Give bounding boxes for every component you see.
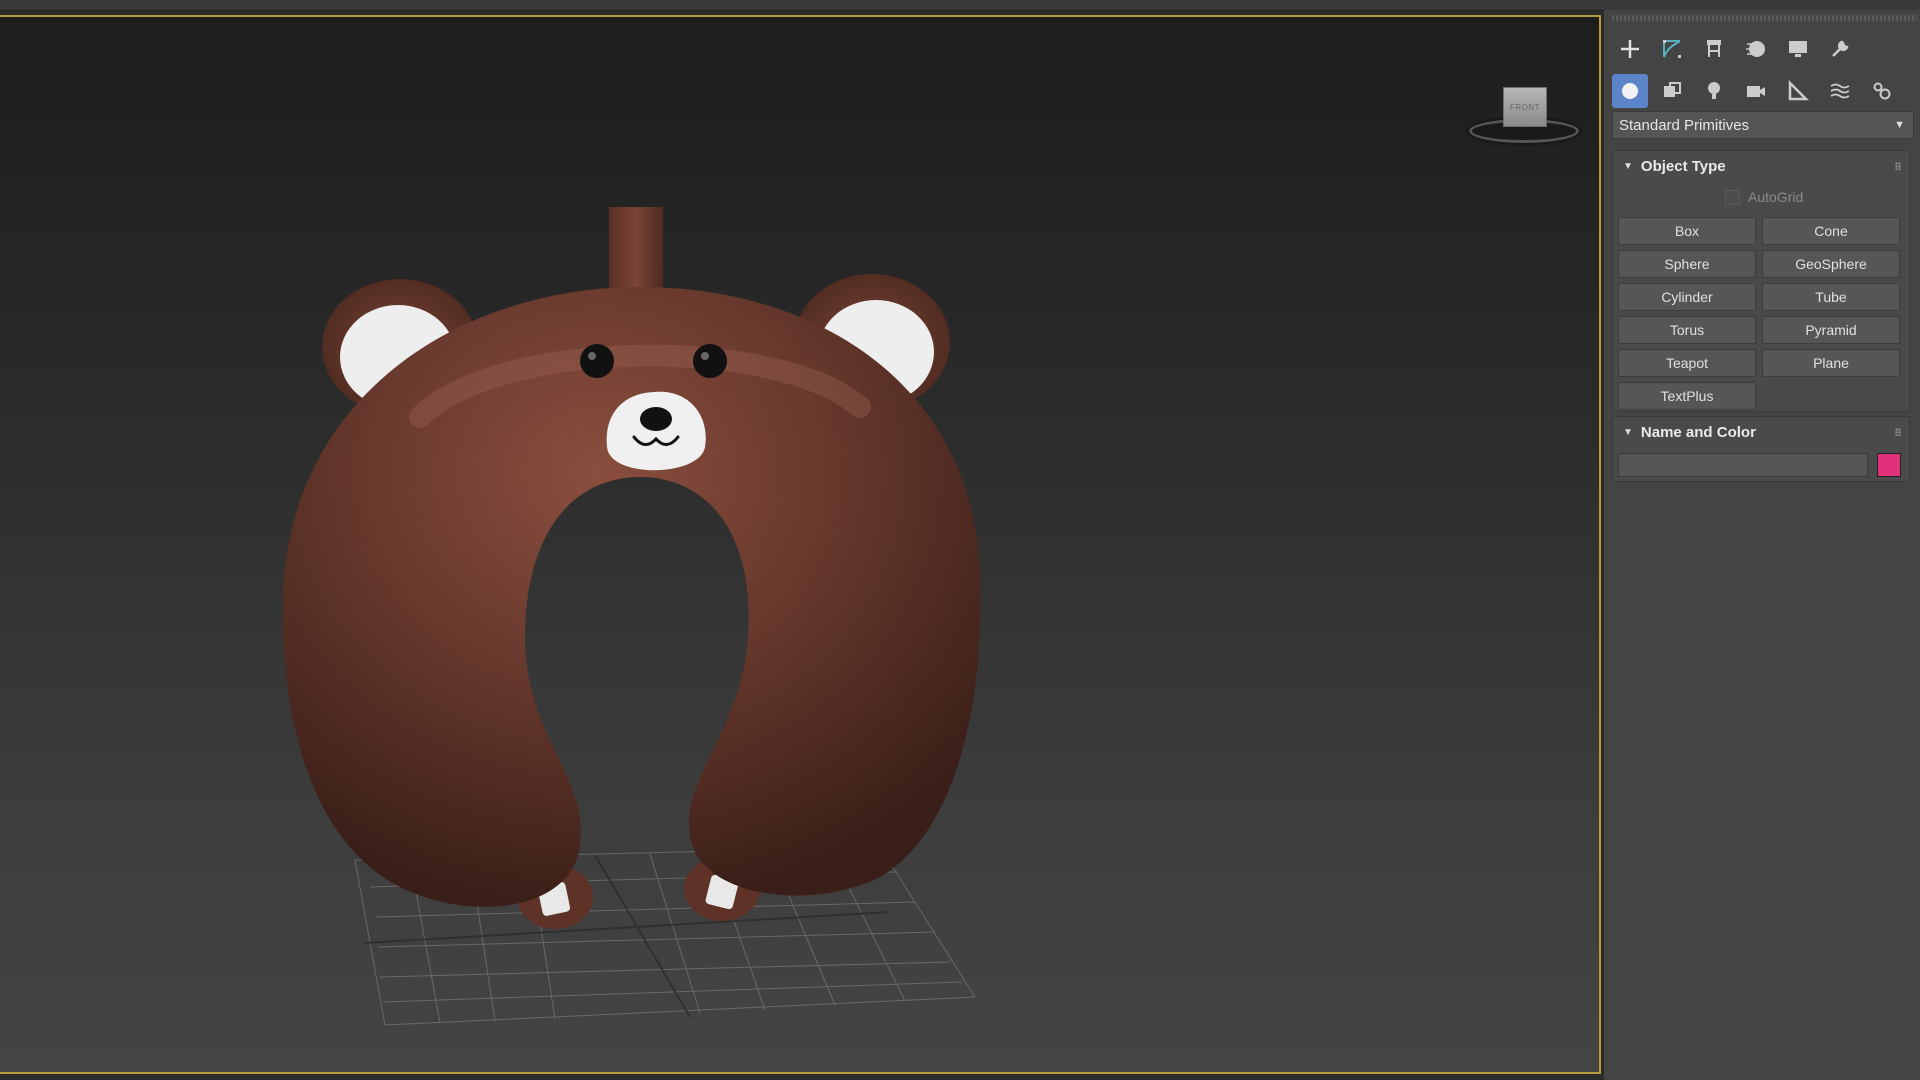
object-type-rollout: ▼ Object Type AutoGrid Box Cone Sphere G… [1612, 150, 1910, 412]
shapes-tab[interactable] [1654, 74, 1690, 108]
space-warps-tab[interactable] [1822, 74, 1858, 108]
lights-tab[interactable] [1696, 74, 1732, 108]
primitive-buttons: Box Cone Sphere GeoSphere Cylinder Tube … [1618, 217, 1905, 410]
space-warps-icon [1830, 83, 1850, 99]
systems-tab[interactable] [1864, 74, 1900, 108]
command-panel: Standard Primitives ▼ ▼ Object Type Auto… [1603, 10, 1920, 1080]
dropdown-arrow-icon: ▼ [1894, 119, 1905, 131]
modify-tab[interactable] [1654, 32, 1690, 66]
create-icon [1621, 40, 1639, 58]
hierarchy-icon [1707, 40, 1721, 57]
utilities-tab[interactable] [1822, 32, 1858, 66]
cameras-tab[interactable] [1738, 74, 1774, 108]
torus-button[interactable]: Torus [1618, 316, 1756, 344]
name-and-color-title: Name and Color [1640, 423, 1756, 441]
box-button[interactable]: Box [1618, 217, 1756, 245]
viewcube-face[interactable]: FRONT [1503, 87, 1547, 127]
cone-button[interactable]: Cone [1762, 217, 1900, 245]
helpers-icon [1788, 79, 1810, 101]
sphere-button[interactable]: Sphere [1618, 250, 1756, 278]
shapes-icon [1664, 82, 1681, 97]
textplus-button[interactable]: TextPlus [1618, 382, 1756, 410]
object-type-title: Object Type [1640, 157, 1726, 175]
plane-button[interactable]: Plane [1762, 349, 1900, 377]
object-category-dropdown[interactable]: Standard Primitives ▼ [1612, 111, 1914, 139]
systems-icon [1873, 82, 1891, 100]
autogrid-check-box[interactable] [1725, 189, 1740, 205]
object-name-field[interactable] [1618, 453, 1868, 477]
cameras-icon [1747, 86, 1765, 97]
create-category-tabs [1612, 74, 1900, 108]
rollout-grip-icon [1895, 428, 1901, 436]
utilities-icon [1832, 40, 1849, 57]
collapse-triangle-icon: ▼ [1623, 160, 1633, 172]
display-tab[interactable] [1780, 32, 1816, 66]
viewcube[interactable]: FRONT [1465, 85, 1585, 155]
motion-icon [1746, 41, 1765, 57]
teapot-button[interactable]: Teapot [1618, 349, 1756, 377]
perspective-viewport[interactable]: FRONT [0, 15, 1601, 1074]
pillow-body [282, 287, 981, 907]
autogrid-checkbox[interactable]: AutoGrid [1725, 189, 1803, 205]
hierarchy-tab[interactable] [1696, 32, 1732, 66]
geometry-tab[interactable] [1612, 74, 1648, 108]
name-and-color-header[interactable]: ▼ Name and Color [1613, 417, 1909, 447]
motion-tab[interactable] [1738, 32, 1774, 66]
name-and-color-rollout: ▼ Name and Color [1612, 416, 1910, 482]
display-icon [1789, 41, 1807, 57]
tube-button[interactable]: Tube [1762, 283, 1900, 311]
modify-icon [1663, 40, 1681, 58]
pyramid-button[interactable]: Pyramid [1762, 316, 1900, 344]
create-tab[interactable] [1612, 32, 1648, 66]
rollout-grip-icon [1895, 162, 1901, 170]
panel-grip[interactable] [1612, 15, 1917, 21]
autogrid-label: AutoGrid [1748, 189, 1804, 205]
object-color-swatch[interactable] [1877, 453, 1901, 477]
command-panel-tabs [1612, 32, 1858, 66]
object-type-header[interactable]: ▼ Object Type [1613, 151, 1909, 181]
cylinder-button[interactable]: Cylinder [1618, 283, 1756, 311]
geosphere-button[interactable]: GeoSphere [1762, 250, 1900, 278]
geometry-icon [1622, 83, 1638, 99]
helpers-tab[interactable] [1780, 74, 1816, 108]
lights-icon [1708, 82, 1720, 99]
scene-render [282, 207, 981, 1026]
collapse-triangle-icon: ▼ [1623, 426, 1633, 438]
dropdown-value: Standard Primitives [1619, 116, 1750, 134]
